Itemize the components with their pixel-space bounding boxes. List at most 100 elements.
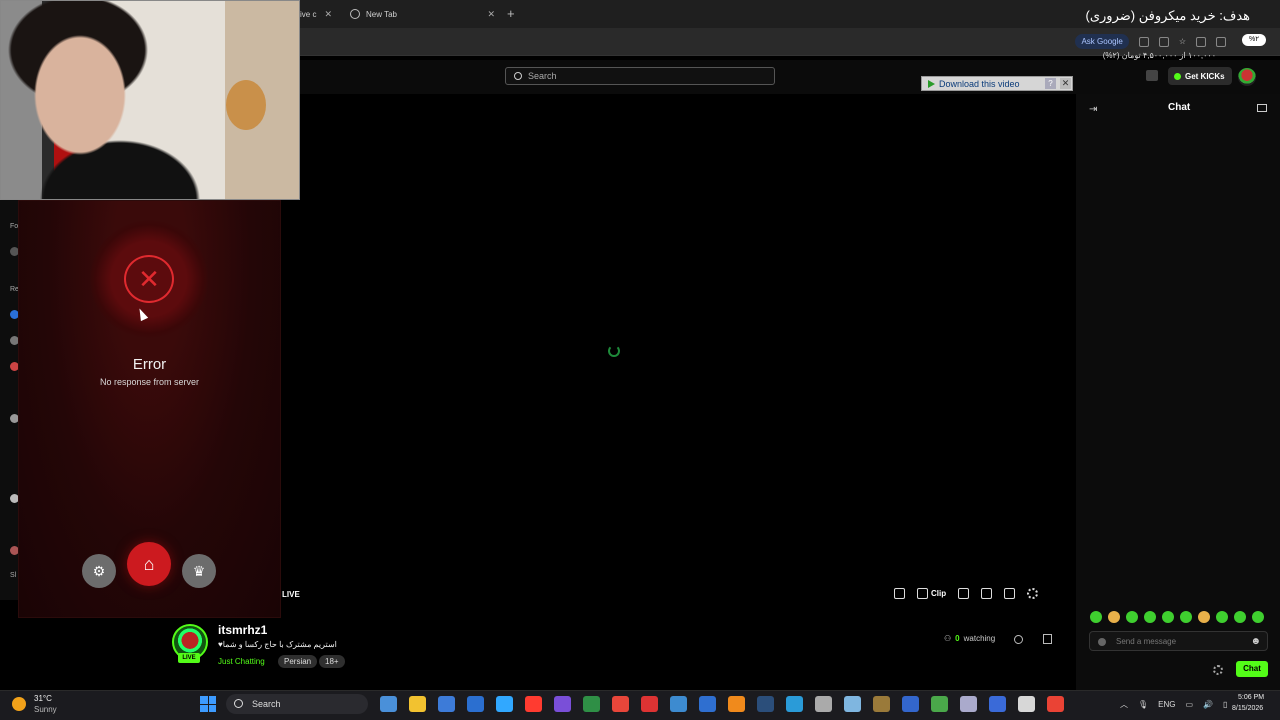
taskbar-app-icon[interactable] [960,696,977,712]
emote-icon[interactable] [1090,611,1102,623]
windows-start-icon[interactable] [200,696,216,712]
emote-icon[interactable] [1234,611,1246,623]
tab-new-tab[interactable]: New Tab ✕ [350,4,495,24]
tag-age[interactable]: 18+ [319,655,345,668]
taskbar-app-icon[interactable] [525,696,542,712]
taskbar-app-icon[interactable] [873,696,890,712]
toolbar-right: Ask Google ☆ [1075,34,1266,49]
taskbar-app-icon[interactable] [844,696,861,712]
taskbar-app-icon[interactable] [467,696,484,712]
chat-title: Chat [1168,102,1191,113]
clip-button[interactable]: Clip [917,588,946,599]
tab-previous[interactable]: ive c ✕ [300,4,338,24]
get-kicks-button[interactable]: Get KICKs [1168,67,1232,85]
emote-icon[interactable] [1198,611,1210,623]
chat-users-icon[interactable] [1257,104,1267,112]
emote-icon[interactable] [1180,611,1192,623]
clock-date[interactable]: 8/15/2026 [1232,705,1263,712]
chat-message-input[interactable]: Send a message ☻ [1089,631,1268,651]
category-link[interactable]: Just Chatting [218,657,265,666]
menu-icon[interactable] [1146,70,1158,81]
taskbar-app-icon[interactable] [786,696,803,712]
star-icon[interactable]: ☆ [1179,37,1186,46]
chat-settings-icon[interactable] [1213,665,1223,675]
collapse-chat-icon[interactable]: ⇥ [1089,104,1097,115]
taskbar-app-icon[interactable] [989,696,1006,712]
download-label: Download this video [939,78,1020,89]
download-video-bar[interactable]: Download this video ? ✕ [921,76,1073,91]
error-message: No response from server [99,377,200,387]
layout-icon[interactable] [1043,634,1052,644]
miniplayer-icon[interactable] [894,588,905,599]
sun-icon[interactable] [12,697,26,711]
display-icon[interactable]: ▭ [1186,700,1194,709]
help-button[interactable]: ? [1045,78,1056,89]
battery-icon[interactable]: ▯ [1223,700,1227,709]
emote-bar [1090,611,1264,623]
taskbar-app-icon[interactable] [438,696,455,712]
share-icon[interactable] [1014,635,1023,644]
taskbar-app-icon[interactable] [902,696,919,712]
user-avatar[interactable] [1238,68,1256,86]
taskbar-app-icon[interactable] [496,696,513,712]
player-settings-icon[interactable] [1027,588,1039,599]
emote-icon[interactable] [1144,611,1156,623]
donation-goal-title: هدف: خرید میکروفن (ضروری) [1085,8,1250,23]
ask-google-button[interactable]: Ask Google [1075,34,1129,49]
taskbar-app-icon[interactable] [583,696,600,712]
emote-icon[interactable] [1162,611,1174,623]
taskbar-app-icon[interactable] [757,696,774,712]
system-tray: ︿ 🎙 ENG ▭ 🔊 ▯ [1120,699,1227,710]
settings-button[interactable]: ⚙ [82,554,116,588]
chevron-up-icon[interactable]: ︿ [1120,699,1128,710]
taskbar-app-icon[interactable] [670,696,687,712]
taskbar-app-icon[interactable] [380,696,397,712]
video-player[interactable] [300,94,1076,608]
chat-send-button[interactable]: Chat [1236,661,1268,677]
home-button[interactable]: ⌂ [127,542,171,586]
taskbar-app-icon[interactable] [409,696,426,712]
sidebar-heading: Fo [10,223,19,230]
taskbar-app-icon[interactable] [931,696,948,712]
fullscreen-icon[interactable] [1004,588,1016,599]
translate-icon[interactable] [1138,36,1149,47]
microphone-icon[interactable]: 🎙 [1138,700,1148,709]
close-button[interactable]: ✕ [1060,78,1071,89]
crown-button[interactable]: ♛ [182,554,216,588]
language-indicator[interactable]: ENG [1158,700,1175,709]
emote-icon[interactable] [1252,611,1264,623]
taskbar-app-icon[interactable] [815,696,832,712]
search-input[interactable]: Search [505,67,775,85]
volume-icon[interactable]: 🔊 [1203,700,1213,709]
kick-coin-icon [1174,72,1181,80]
taskbar-app-icon[interactable] [699,696,716,712]
emote-icon[interactable] [1108,611,1120,623]
emoji-icon[interactable]: ☻ [1250,636,1261,647]
clock-time[interactable]: 5:06 PM [1238,694,1264,701]
tag-persian[interactable]: Persian [278,655,318,668]
viewer-count: ⚇ 0 watching [944,634,995,643]
taskbar-search[interactable]: Search [226,694,368,714]
taskbar-app-icon[interactable] [728,696,745,712]
new-tab-plus-icon[interactable]: + [507,6,515,21]
emote-icon[interactable] [1126,611,1138,623]
streamer-name[interactable]: itsmrhz1 [218,623,267,637]
weather-description[interactable]: Sunny [34,705,57,714]
tab-close-icon[interactable]: ✕ [487,9,495,20]
picture-in-picture-icon[interactable] [981,588,993,599]
taskbar-app-icon[interactable] [1047,696,1064,712]
zoom-icon[interactable] [1158,36,1169,47]
sidepanel-icon[interactable] [1216,36,1226,47]
theater-mode-icon[interactable] [958,588,970,599]
extension-icon[interactable] [1196,36,1206,47]
emote-icon[interactable] [1216,611,1228,623]
taskbar-app-icon[interactable] [612,696,629,712]
taskbar-app-icon[interactable] [554,696,571,712]
taskbar-app-icon[interactable] [1018,696,1035,712]
live-badge: LIVE [178,653,200,663]
weather-temperature[interactable]: 31°C [34,694,52,703]
taskbar-app-icon[interactable] [641,696,658,712]
tab-close-icon[interactable]: ✕ [324,9,332,20]
play-icon [928,79,935,88]
live-indicator: LIVE [282,590,300,599]
